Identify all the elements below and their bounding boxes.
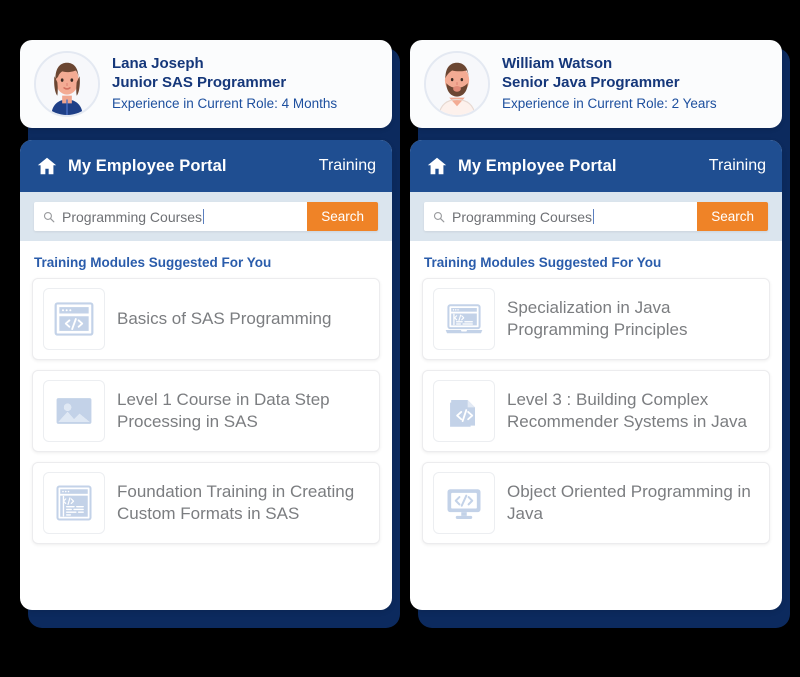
monitor-code-icon: [433, 472, 495, 534]
text-caret: [203, 209, 205, 224]
suggested-modules-heading: Training Modules Suggested For You: [34, 255, 272, 270]
module-title: Level 1 Course in Data Step Processing i…: [117, 389, 330, 431]
laptop-code-icon: [433, 288, 495, 350]
module-title: Basics of SAS Programming: [117, 308, 332, 328]
home-icon[interactable]: [36, 155, 58, 177]
list-item[interactable]: Level 3 : Building Complex Recommender S…: [422, 370, 770, 452]
search-input[interactable]: Programming Courses: [424, 202, 698, 231]
module-list: Basics of SAS Programming Level 1 Course…: [20, 278, 392, 566]
page-root: Lana Joseph Junior SAS Programmer Experi…: [0, 0, 800, 677]
image-photo-icon: [43, 380, 105, 442]
search-button[interactable]: Search: [697, 202, 768, 231]
profile-experience: Experience in Current Role: 4 Months: [112, 95, 338, 111]
module-title: Level 3 : Building Complex Recommender S…: [507, 389, 747, 431]
module-title: Object Oriented Programming in Java: [507, 481, 751, 523]
profile-role: Senior Java Programmer: [502, 74, 680, 92]
browser-code-icon: [43, 288, 105, 350]
search-icon: [433, 211, 445, 223]
profile-name: Lana Joseph: [112, 55, 204, 73]
search-button[interactable]: Search: [307, 202, 378, 231]
document-code-icon: [433, 380, 495, 442]
home-icon[interactable]: [426, 155, 448, 177]
search-wrap: Programming Courses Search: [34, 202, 378, 231]
search-value: Programming Courses: [452, 208, 593, 225]
portal-title: My Employee Portal: [458, 156, 617, 175]
avatar-woman-icon: [34, 51, 100, 117]
employee-panel-left: Lana Joseph Junior SAS Programmer Experi…: [20, 40, 392, 610]
portal-title: My Employee Portal: [68, 156, 227, 175]
code-editor-window-icon: [43, 472, 105, 534]
profile-text: Lana Joseph Junior SAS Programmer Experi…: [112, 55, 337, 112]
list-item[interactable]: Object Oriented Programming in Java: [422, 462, 770, 544]
profile-name: William Watson: [502, 55, 613, 73]
profile-card: Lana Joseph Junior SAS Programmer Experi…: [20, 40, 392, 128]
search-input[interactable]: Programming Courses: [34, 202, 308, 231]
nav-training[interactable]: Training: [709, 157, 766, 175]
search-icon: [43, 211, 55, 223]
suggested-modules-heading: Training Modules Suggested For You: [424, 255, 662, 270]
search-wrap: Programming Courses Search: [424, 202, 768, 231]
portal-window: My Employee Portal Training Programming …: [20, 140, 392, 610]
list-item[interactable]: Basics of SAS Programming: [32, 278, 380, 360]
profile-experience: Experience in Current Role: 2 Years: [502, 95, 717, 111]
portal-header: My Employee Portal Training: [20, 140, 392, 192]
portal-header: My Employee Portal Training: [410, 140, 782, 192]
profile-role: Junior SAS Programmer: [112, 74, 287, 92]
module-title: Specialization in Java Programming Princ…: [507, 297, 688, 339]
avatar-man-icon: [424, 51, 490, 117]
text-caret: [593, 209, 595, 224]
search-bar: Programming Courses Search: [20, 192, 392, 241]
search-bar: Programming Courses Search: [410, 192, 782, 241]
profile-card: William Watson Senior Java Programmer Ex…: [410, 40, 782, 128]
profile-text: William Watson Senior Java Programmer Ex…: [502, 55, 717, 112]
list-item[interactable]: Level 1 Course in Data Step Processing i…: [32, 370, 380, 452]
module-title: Foundation Training in Creating Custom F…: [117, 481, 355, 523]
portal-window: My Employee Portal Training Programming …: [410, 140, 782, 610]
nav-training[interactable]: Training: [319, 157, 376, 175]
employee-panel-right: William Watson Senior Java Programmer Ex…: [410, 40, 782, 610]
list-item[interactable]: Foundation Training in Creating Custom F…: [32, 462, 380, 544]
list-item[interactable]: Specialization in Java Programming Princ…: [422, 278, 770, 360]
search-value: Programming Courses: [62, 208, 203, 225]
module-list: Specialization in Java Programming Princ…: [410, 278, 782, 566]
